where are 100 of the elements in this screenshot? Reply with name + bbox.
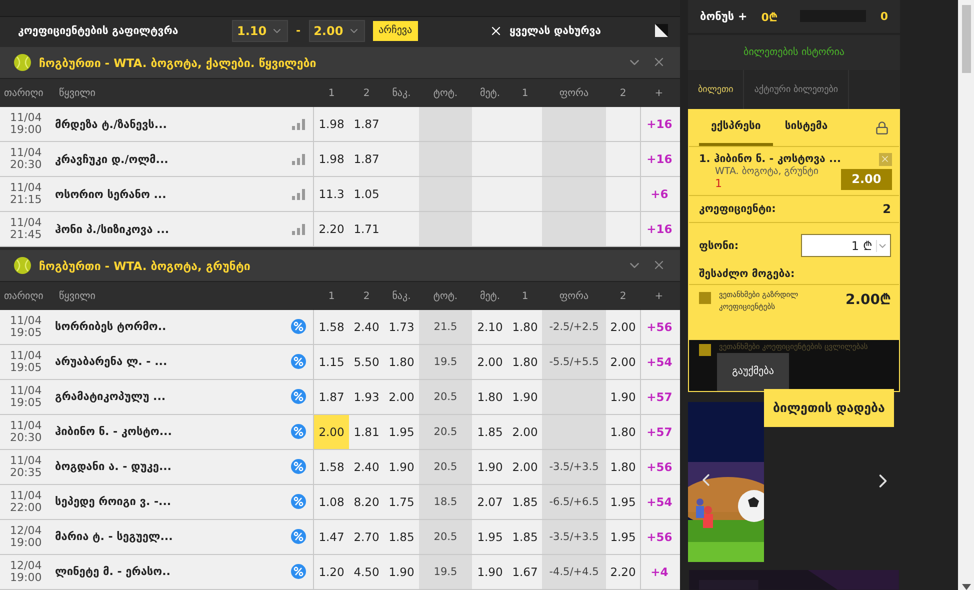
odds-cell[interactable]: 1.73 [384,310,419,344]
odds-cell[interactable]: 18.5 [419,484,472,519]
odds-cell[interactable]: 2.10 [472,310,508,344]
max-odds-select[interactable]: 2.00 [308,20,365,42]
odds-cell[interactable]: 1.85 [384,520,419,554]
odds-cell[interactable]: 1.15 [314,344,349,379]
odds-cell[interactable]: 1.90 [384,450,419,484]
odds-cell[interactable]: 11.3 [314,177,349,212]
odds-cell[interactable]: 20.5 [419,380,472,414]
bet-type-tab[interactable]: ექსპრესი [699,110,773,146]
odds-cell[interactable]: 1.80 [384,344,419,379]
more-markets-link[interactable]: +16 [640,142,678,176]
odds-cell[interactable]: 1.85 [508,520,542,554]
odds-cell[interactable]: 8.20 [349,484,384,519]
bet-type-tab[interactable]: სისტემა [772,110,840,146]
odds-cell[interactable]: 1.80 [508,344,542,379]
odds-cell[interactable]: 1.90 [472,450,508,484]
checkbox[interactable] [699,344,711,356]
odds-cell[interactable]: 2.20 [606,554,640,589]
odds-cell[interactable]: 1.98 [314,142,349,176]
odds-cell[interactable]: 1.80 [472,380,508,414]
stake-field[interactable]: 1 ₾ [801,234,891,258]
odds-cell[interactable]: 1.58 [314,450,349,484]
odds-cell[interactable]: 2.40 [349,450,384,484]
odds-cell[interactable]: 2.20 [314,212,349,246]
odds-cell[interactable]: 1.95 [472,520,508,554]
odds-cell[interactable]: 1.47 [314,520,349,554]
odds-cell[interactable]: 1.95 [606,484,640,519]
more-markets-link[interactable]: +56 [640,520,678,554]
odds-cell[interactable]: 1.87 [314,380,349,414]
odds-cell[interactable]: 1.75 [384,484,419,519]
odds-cell[interactable]: 2.07 [472,484,508,519]
more-markets-link[interactable]: +54 [640,344,678,379]
ticket-history-button[interactable]: ბილეთების ისტორია [688,34,900,70]
remove-button[interactable] [878,152,892,166]
odds-cell[interactable]: 2.00 [384,380,419,414]
layout-toggle-icon[interactable] [655,24,668,38]
odds-cell[interactable]: 1.67 [508,554,542,589]
selection-outcome: 1 [714,176,723,190]
odds-cell[interactable]: 1.85 [472,414,508,449]
more-markets-link[interactable]: +16 [640,107,678,142]
odds-cell[interactable]: 1.90 [606,380,640,414]
odds-cell[interactable]: 2.00 [606,344,640,379]
odds-cell[interactable]: 1.05 [349,177,384,212]
more-markets-link[interactable]: +4 [640,554,678,589]
place-bet-button[interactable]: ბილეთის დადება [764,388,894,427]
odds-cell[interactable]: 1.90 [384,554,419,589]
odds-cell[interactable]: -5.5/+5.5 [542,344,606,379]
odds-cell[interactable]: 21.5 [419,310,472,344]
odds-cell[interactable]: 4.50 [349,554,384,589]
odds-cell[interactable]: 1.90 [472,554,508,589]
odds-cell[interactable]: 1.90 [508,380,542,414]
odds-cell[interactable]: -3.5/+3.5 [542,450,606,484]
odds-cell[interactable]: 2.00 [314,414,349,449]
more-markets-link[interactable]: +56 [640,450,678,484]
odds-cell[interactable]: 2.40 [349,310,384,344]
checkbox[interactable] [699,292,711,304]
odds-cell[interactable]: 20.5 [419,520,472,554]
odds-cell[interactable]: 1.95 [606,520,640,554]
odds-cell[interactable]: 2.70 [349,520,384,554]
odds-cell[interactable]: 20.5 [419,414,472,449]
odds-cell[interactable]: -4.5/+4.5 [542,554,606,589]
close-all-button[interactable]: ყველას დახურვა [483,22,607,39]
odds-cell[interactable]: 1.80 [508,310,542,344]
more-markets-link[interactable]: +57 [640,414,678,449]
min-odds-select[interactable]: 1.10 [232,20,288,42]
odds-cell[interactable]: 1.71 [349,212,384,246]
odds-cell[interactable]: 2.00 [472,344,508,379]
scrollbar-thumb[interactable] [962,5,970,73]
odds-cell[interactable]: 2.00 [508,450,542,484]
odds-cell[interactable]: 1.93 [349,380,384,414]
odds-cell[interactable]: 2.00 [508,414,542,449]
odds-cell[interactable]: 1.95 [384,414,419,449]
odds-cell[interactable]: 5.50 [349,344,384,379]
odds-cell[interactable]: 1.20 [314,554,349,589]
more-markets-link[interactable]: +16 [640,212,678,246]
more-markets-link[interactable]: +57 [640,380,678,414]
odds-cell[interactable]: 20.5 [419,450,472,484]
bar-chart-icon [292,118,305,130]
odds-cell[interactable]: 1.98 [314,107,349,142]
odds-cell[interactable]: -6.5/+6.5 [542,484,606,519]
odds-cell[interactable]: -2.5/+2.5 [542,310,606,344]
odds-cell[interactable]: 1.87 [349,142,384,176]
more-markets-link[interactable]: +6 [640,177,678,212]
odds-cell[interactable]: 19.5 [419,344,472,379]
more-markets-link[interactable]: +56 [640,310,678,344]
odds-cell[interactable]: 1.87 [349,107,384,142]
odds-cell[interactable]: 1.81 [349,414,384,449]
apply-button[interactable]: არჩევა [372,20,418,41]
odds-cell[interactable]: 1.85 [508,484,542,519]
more-markets-link[interactable]: +54 [640,484,678,519]
odds-cell[interactable]: 19.5 [419,554,472,589]
odds-cell[interactable]: 1.08 [314,484,349,519]
scroll-down-icon[interactable] [962,584,970,590]
odds-cell[interactable]: 1.58 [314,310,349,344]
odds-cell[interactable]: 1.80 [606,450,640,484]
odds-cell[interactable]: 1.80 [606,414,640,449]
odds-cell[interactable]: -3.5/+3.5 [542,520,606,554]
odds-cell[interactable]: 2.00 [606,310,640,344]
cancel-button[interactable]: გაუქმება [717,352,789,391]
